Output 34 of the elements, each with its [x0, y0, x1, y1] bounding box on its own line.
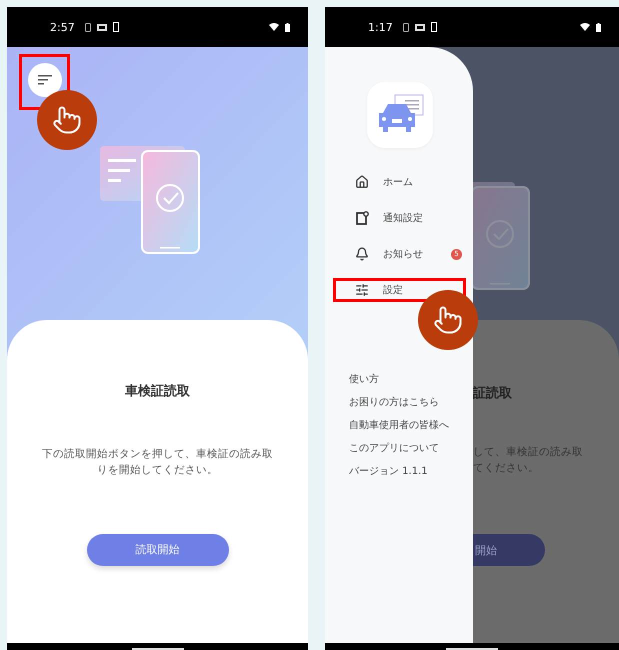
status-time: 1:17 — [368, 20, 393, 34]
screen-title: 証読取 — [473, 385, 513, 402]
card-icon — [96, 24, 107, 30]
wifi-icon — [269, 23, 279, 31]
battery-icon — [285, 22, 290, 32]
screen-title: 車検証読取 — [125, 383, 190, 400]
drawer-link[interactable]: 自動車使用者の皆様へ — [349, 418, 473, 434]
drawer-menu-item[interactable]: ホーム — [325, 170, 473, 194]
wifi-icon — [580, 23, 590, 31]
drawer-link[interactable]: 使い方 — [349, 372, 473, 388]
home-icon — [355, 175, 369, 189]
bell-icon — [355, 247, 369, 261]
drawer-menu-item[interactable]: 通知設定 — [325, 206, 473, 230]
drawer-link[interactable]: バージョン 1.1.1 — [349, 464, 473, 480]
battery-icon — [596, 22, 601, 32]
status-time: 2:57 — [50, 20, 75, 34]
menu-icon — [38, 75, 52, 85]
instruction-text: して、車検証の読み取 — [473, 445, 584, 460]
card-icon — [414, 24, 425, 30]
instruction-text: てください。 — [473, 461, 540, 476]
drawer-menu-item[interactable]: 設定 — [325, 278, 473, 302]
drawer-link[interactable]: このアプリについて — [349, 441, 473, 457]
sim-icon — [84, 22, 91, 32]
start-button[interactable]: 読取開始 — [86, 534, 228, 566]
device-settings-icon — [355, 211, 369, 225]
phone-icon — [430, 22, 437, 32]
drawer-link[interactable]: お困りの方はこちら — [349, 395, 473, 411]
menu-button[interactable] — [28, 63, 62, 97]
home-indicator — [446, 648, 498, 650]
instruction-text: 下の読取開始ボタンを押して、車検証の読み取りを開始してください。 — [41, 447, 274, 478]
phone-icon — [112, 22, 119, 32]
home-indicator — [132, 648, 184, 650]
sim-icon — [402, 22, 409, 32]
settings-icon — [355, 283, 369, 297]
